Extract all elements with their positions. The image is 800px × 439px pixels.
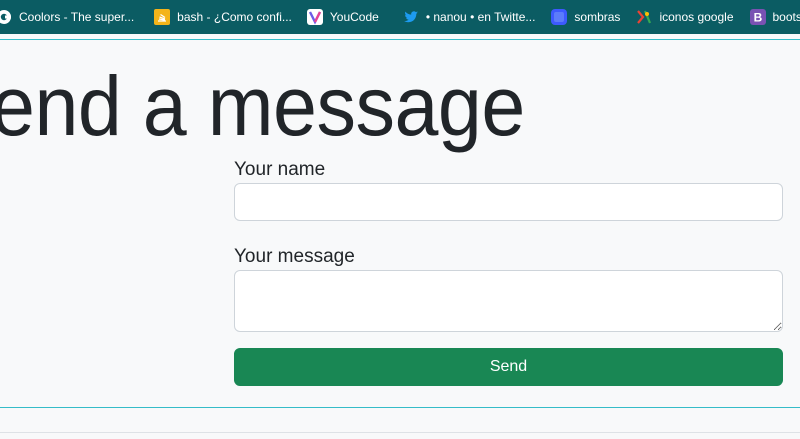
footer-divider [0,432,800,433]
top-divider [0,39,800,40]
bookmark-label: YouCode [329,10,379,24]
bookmark-bootstrap[interactable]: B bootstr [749,0,800,34]
twitter-icon [403,9,419,25]
bootstrap-icon: B [749,9,766,25]
page-heading: end a message [0,59,525,153]
bookmark-iconos-google[interactable]: iconos google [636,0,741,34]
bottom-divider [0,407,800,408]
svg-text:B: B [753,11,762,25]
message-textarea-wrap [234,270,783,332]
name-label: Your name [234,159,326,180]
name-input[interactable] [234,183,783,221]
bookmark-bash[interactable]: bash - ¿Como confi... [154,0,300,34]
page-content: end a message Your name Your message Sen… [0,34,800,439]
bookmarks-bar: Coolors - The super... bash - ¿Como conf… [0,0,800,34]
message-label: Your message [234,246,355,267]
bookmark-label: bash - ¿Como confi... [177,10,292,24]
bookmark-label: Coolors - The super... [19,10,135,24]
youcode-icon [306,9,323,25]
message-form: Your name Your message Send [234,158,783,386]
bookmark-youcode[interactable]: YouCode [306,0,387,34]
sombras-icon [551,9,568,25]
bookmark-label: • nanou • en Twitte... [425,10,536,24]
bookmark-sombras[interactable]: sombras [551,0,628,34]
message-textarea[interactable] [234,270,783,332]
bookmark-label: sombras [574,10,621,24]
bookmark-twitter[interactable]: • nanou • en Twitte... [403,0,544,34]
send-button[interactable]: Send [234,348,783,386]
coolors-icon [0,9,12,25]
stackoverflow-icon [154,9,171,25]
bookmark-label: iconos google [659,10,734,24]
google-fonts-icon [636,9,652,25]
bookmark-label: bootstr [772,10,800,24]
bookmark-coolors[interactable]: Coolors - The super... [0,0,142,34]
